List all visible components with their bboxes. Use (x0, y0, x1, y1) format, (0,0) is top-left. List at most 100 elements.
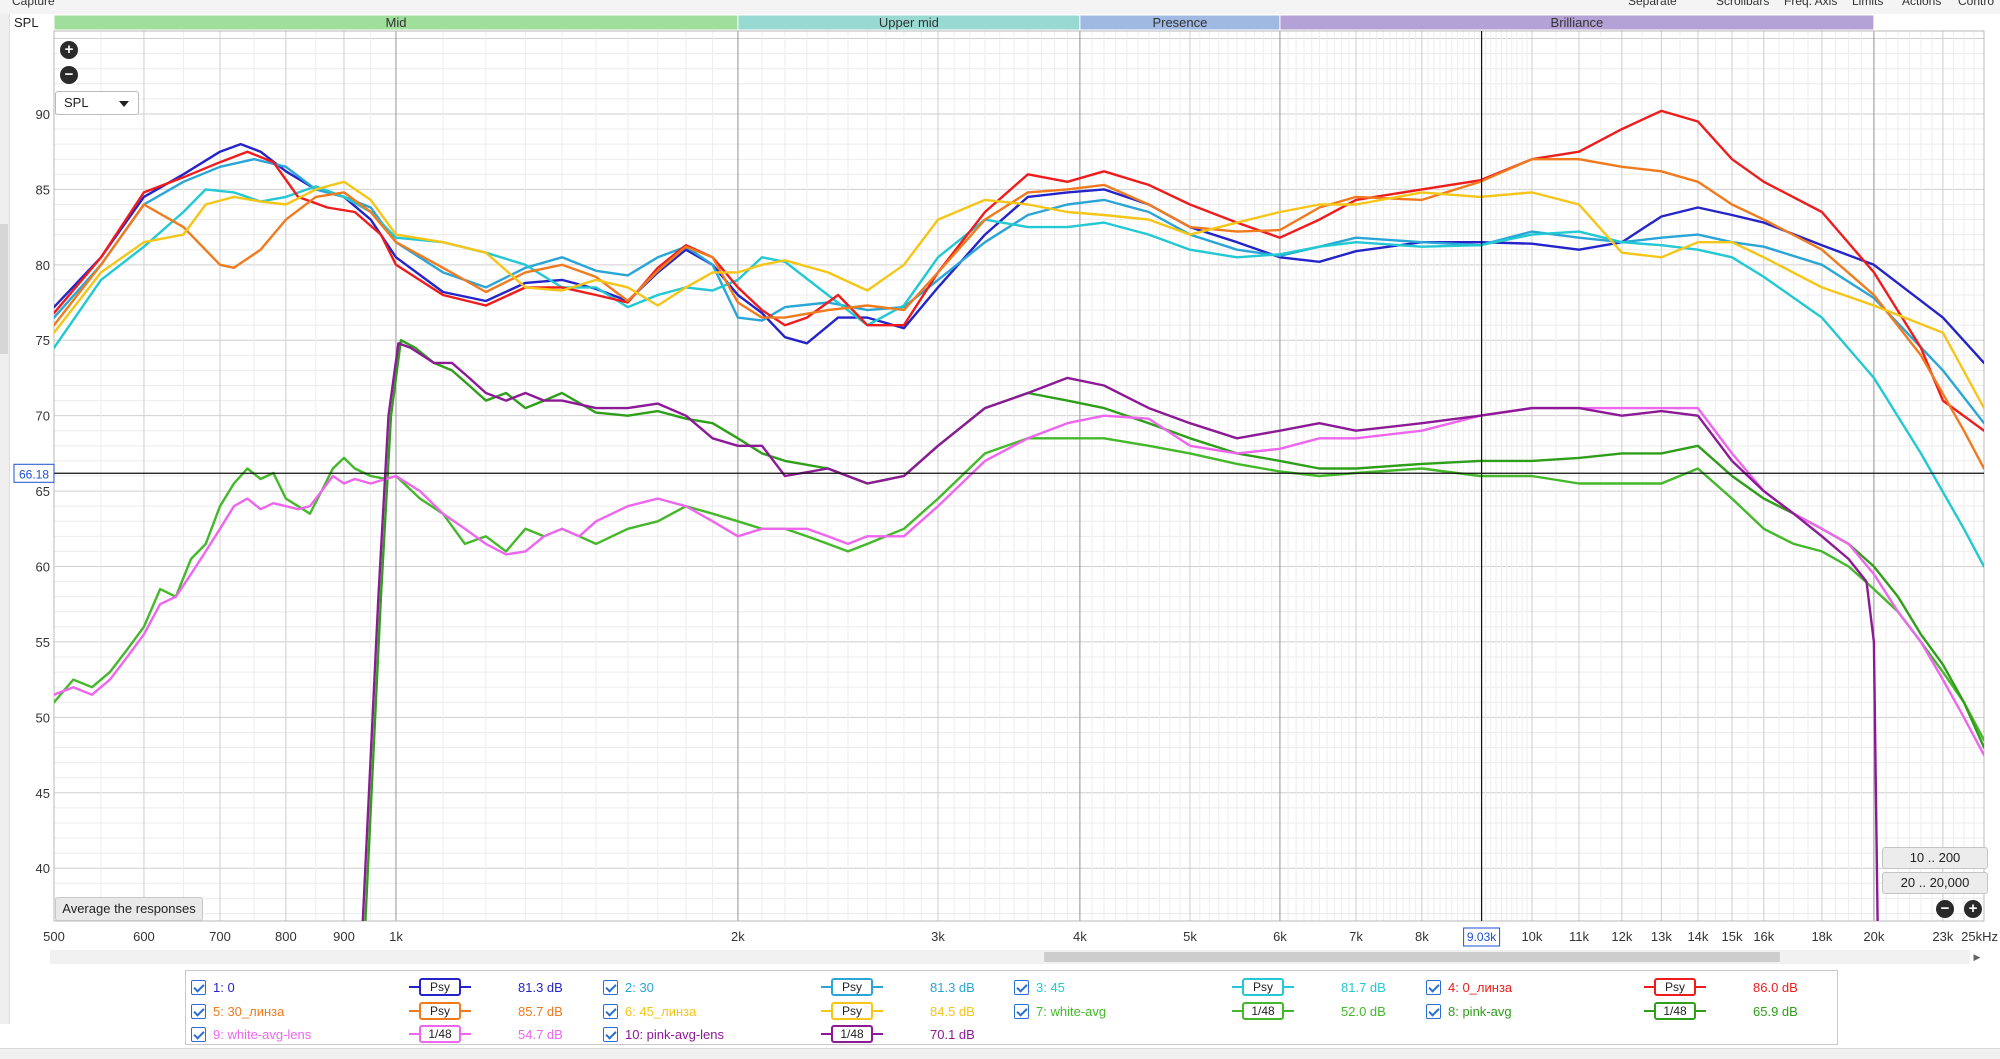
smoothing-badge[interactable]: 1/48 (821, 1025, 883, 1043)
cursor-frequency-label: 9.03k (1467, 930, 1497, 944)
series-name[interactable]: 8: pink-avg (1448, 1004, 1512, 1019)
zoom-out-icon[interactable]: − (1936, 900, 1954, 918)
series-checkbox[interactable] (603, 1027, 618, 1042)
legend-item: 7: white-avg 1/48 52.0 dB (1014, 1001, 1414, 1021)
smoothing-badge[interactable]: 1/48 (1232, 1002, 1294, 1020)
series-checkbox[interactable] (603, 980, 618, 995)
y-tick-label: 55 (36, 635, 50, 650)
x-tick-label: 2k (731, 929, 745, 944)
legend-panel: 1: 0 Psy 81.3 dB 2: 30 Psy 81.3 dB 3: 45… (185, 970, 1838, 1045)
series-checkbox[interactable] (1014, 1004, 1029, 1019)
series-name[interactable]: 7: white-avg (1036, 1004, 1106, 1019)
series-checkbox[interactable] (191, 980, 206, 995)
band-label: Upper mid (879, 15, 939, 30)
x-tick-label: 10k (1521, 929, 1542, 944)
scroll-right-icon[interactable]: ▶ (1972, 952, 1982, 962)
x-tick-label: 11k (1569, 929, 1589, 944)
x-tick-label: 3k (931, 929, 945, 944)
smoothing-badge[interactable]: Psy (1232, 978, 1294, 996)
x-tick-label: 500 (43, 929, 65, 944)
x-tick-label: 6k (1273, 929, 1287, 944)
legend-item: 3: 45 Psy 81.7 dB (1014, 977, 1414, 997)
smoothing-badge[interactable]: Psy (409, 1002, 471, 1020)
series-name[interactable]: 1: 0 (213, 980, 235, 995)
legend-item: 6: 45_линза Psy 84.5 dB (603, 1001, 1003, 1021)
x-tick-label: 1k (389, 929, 403, 944)
y-tick-label: 90 (36, 107, 50, 122)
x-tick-label: 600 (133, 929, 155, 944)
band-label: Brilliance (1551, 15, 1604, 30)
x-tick-label: 14k (1687, 929, 1708, 944)
measurement-type-select[interactable]: SPL (55, 91, 139, 115)
y-tick-label: 80 (36, 258, 50, 273)
legend-item: 10: pink-avg-lens 1/48 70.1 dB (603, 1024, 1003, 1044)
smoothing-badge[interactable]: Psy (409, 978, 471, 996)
band-label: Presence (1152, 15, 1207, 30)
series-checkbox[interactable] (191, 1027, 206, 1042)
series-checkbox[interactable] (1426, 1004, 1441, 1019)
series-name[interactable]: 10: pink-avg-lens (625, 1027, 724, 1042)
series-checkbox[interactable] (1426, 980, 1441, 995)
series-name[interactable]: 3: 45 (1036, 980, 1065, 995)
y-tick-label: 65 (36, 484, 50, 499)
zoom-out-icon[interactable]: − (60, 66, 78, 84)
y-tick-label: 40 (36, 861, 50, 876)
x-tick-label: 15k (1721, 929, 1742, 944)
x-tick-label: 16k (1753, 929, 1774, 944)
x-tick-label: 4k (1073, 929, 1087, 944)
x-tick-label: 13k (1651, 929, 1672, 944)
y-tick-label: 85 (36, 182, 50, 197)
y-tick-label: 75 (36, 333, 50, 348)
measurement-type-value: SPL (64, 95, 89, 110)
series-name[interactable]: 5: 30_линза (213, 1004, 284, 1019)
legend-item: 9: white-avg-lens 1/48 54.7 dB (191, 1024, 591, 1044)
series-level: 65.9 dB (1753, 1004, 1798, 1019)
range-20-20000-button[interactable]: 20 .. 20,000 (1882, 872, 1988, 894)
series-level: 52.0 dB (1341, 1004, 1386, 1019)
series-level: 81.3 dB (930, 980, 975, 995)
x-tick-label: 20k (1863, 929, 1884, 944)
series-name[interactable]: 6: 45_линза (625, 1004, 696, 1019)
frequency-response-chart[interactable]: Mid Upper mid Presence Brilliance 66.18 9.03… (0, 0, 2000, 950)
y-tick-label: 60 (36, 560, 50, 575)
series-name[interactable]: 2: 30 (625, 980, 654, 995)
series-level: 70.1 dB (930, 1027, 975, 1042)
x-tick-label: 700 (209, 929, 231, 944)
smoothing-badge[interactable]: Psy (1644, 978, 1706, 996)
smoothing-badge[interactable]: 1/48 (409, 1025, 471, 1043)
series-checkbox[interactable] (191, 1004, 206, 1019)
legend-item: 2: 30 Psy 81.3 dB (603, 977, 1003, 997)
series-level: 81.7 dB (1341, 980, 1386, 995)
legend-item: 4: 0_линза Psy 86.0 dB (1426, 977, 1826, 997)
series-checkbox[interactable] (603, 1004, 618, 1019)
x-tick-label: 18k (1811, 929, 1832, 944)
status-strip (0, 1048, 2000, 1059)
horizontal-scrollbar[interactable] (50, 950, 1970, 964)
range-10-200-button[interactable]: 10 .. 200 (1882, 847, 1988, 869)
x-tick-label: 7k (1349, 929, 1363, 944)
x-tick-label: 12k (1611, 929, 1632, 944)
series-level: 86.0 dB (1753, 980, 1798, 995)
x-tick-label: 900 (333, 929, 355, 944)
band-label: Mid (385, 15, 406, 30)
series-checkbox[interactable] (1014, 980, 1029, 995)
x-tick-label: 23k (1932, 929, 1953, 944)
zoom-in-icon[interactable]: + (60, 41, 78, 59)
y-tick-label: 45 (36, 786, 50, 801)
x-tick-label: 5k (1183, 929, 1197, 944)
zoom-in-icon[interactable]: + (1964, 900, 1982, 918)
series-name[interactable]: 4: 0_линза (1448, 980, 1512, 995)
smoothing-badge[interactable]: Psy (821, 978, 883, 996)
series-name[interactable]: 9: white-avg-lens (213, 1027, 311, 1042)
chevron-down-icon (119, 101, 129, 107)
legend-item: 5: 30_линза Psy 85.7 dB (191, 1001, 591, 1021)
series-level: 81.3 dB (518, 980, 563, 995)
average-responses-button[interactable]: Average the responses (55, 897, 203, 921)
smoothing-badge[interactable]: 1/48 (1644, 1002, 1706, 1020)
scrollbar-thumb[interactable] (1044, 952, 1780, 962)
smoothing-badge[interactable]: Psy (821, 1002, 883, 1020)
y-tick-label: 50 (36, 710, 50, 725)
series-level: 85.7 dB (518, 1004, 563, 1019)
x-tick-label: 8k (1415, 929, 1429, 944)
cursor-level-label: 66.18 (19, 467, 49, 481)
